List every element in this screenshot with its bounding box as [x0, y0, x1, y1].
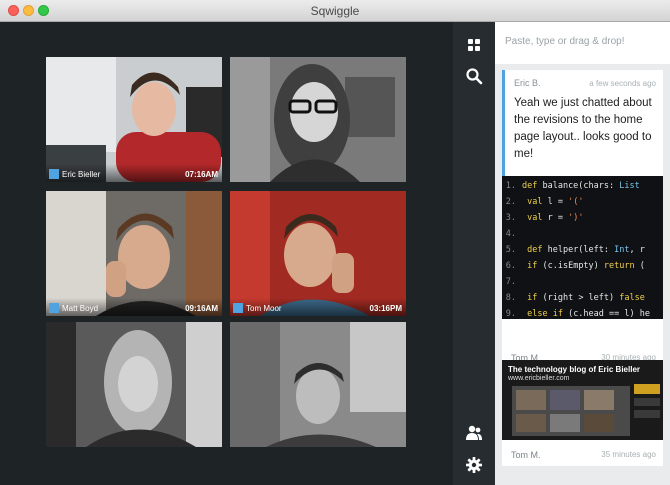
post-timestamp: 35 minutes ago: [601, 450, 656, 459]
grid-icon[interactable]: [465, 36, 483, 54]
message-timestamp: a few seconds ago: [589, 79, 656, 88]
compose-input[interactable]: Paste, type or drag & drop!: [495, 22, 670, 64]
message-card[interactable]: Eric B. a few seconds ago Yeah we just c…: [502, 70, 663, 188]
link-headline: The technology blog of Eric Bieller: [508, 365, 641, 374]
message-author: Eric B.: [514, 78, 541, 88]
app-window: Sqwiggle Eric Bieller 07:16AM Matt Boyd …: [0, 0, 670, 485]
stream-panel: Paste, type or drag & drop! Eric B. a fe…: [495, 22, 670, 485]
code-snippet: 1. def balance(chars: List 2. val l = '('…: [502, 176, 663, 319]
video-tile[interactable]: Tom Moor 03:16PM: [230, 191, 406, 316]
video-grid: Eric Bieller 07:16AM Matt Boyd 09:16AM T…: [0, 22, 453, 485]
participant-local-time: 03:16PM: [369, 304, 402, 313]
code-post-card[interactable]: 1. def balance(chars: List 2. val l = '('…: [502, 176, 663, 369]
video-frame-woman-glasses: [230, 57, 406, 182]
link-url: www.ericbieller.com: [508, 375, 570, 382]
people-icon[interactable]: [465, 424, 483, 442]
participant-local-time: 09:16AM: [185, 304, 218, 313]
user-status-indicator: [233, 303, 243, 313]
video-frame-woman-blonde: [46, 322, 222, 447]
participant-name: Matt Boyd: [62, 304, 99, 313]
post-author: Tom M.: [511, 450, 541, 460]
video-tile[interactable]: [230, 322, 406, 447]
video-tile[interactable]: Matt Boyd 09:16AM: [46, 191, 222, 316]
link-post-card[interactable]: The technology blog of Eric Bieller www.…: [502, 360, 663, 466]
participant-name: Eric Bieller: [62, 170, 101, 179]
participant-local-time: 07:16AM: [185, 170, 218, 179]
participant-name: Tom Moor: [246, 304, 282, 313]
video-frame-man-earbuds: [230, 322, 406, 447]
video-tile[interactable]: [230, 57, 406, 182]
video-tile[interactable]: [46, 322, 222, 447]
sidebar-rail: [453, 22, 495, 485]
link-preview-thumbnail[interactable]: The technology blog of Eric Bieller www.…: [502, 360, 663, 440]
user-status-indicator: [49, 169, 59, 179]
window-title: Sqwiggle: [310, 4, 360, 18]
compose-placeholder: Paste, type or drag & drop!: [505, 36, 625, 47]
user-status-indicator: [49, 303, 59, 313]
gear-icon[interactable]: [465, 456, 483, 474]
title-bar: Sqwiggle: [0, 0, 670, 22]
video-tile[interactable]: Eric Bieller 07:16AM: [46, 57, 222, 182]
search-icon[interactable]: [465, 67, 483, 85]
message-text: Yeah we just chatted about the revisions…: [514, 97, 652, 160]
